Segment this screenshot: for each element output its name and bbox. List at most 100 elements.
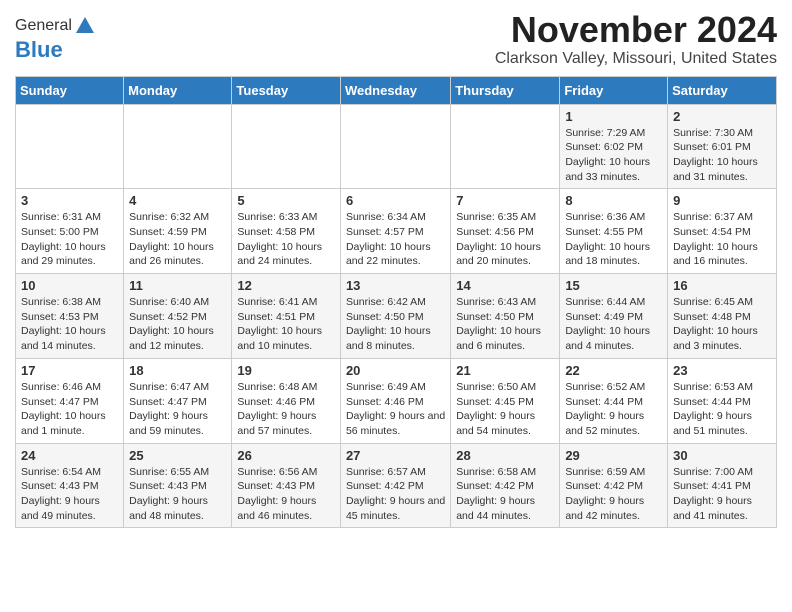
day-detail: Sunrise: 6:55 AM Sunset: 4:43 PM Dayligh… bbox=[129, 465, 226, 524]
day-of-week-header: Thursday bbox=[451, 76, 560, 104]
calendar-cell: 12 Sunrise: 6:41 AM Sunset: 4:51 PM Dayli… bbox=[232, 274, 341, 359]
page-header: General Blue November 2024 Clarkson Vall… bbox=[15, 10, 777, 68]
calendar-cell: 17 Sunrise: 6:46 AM Sunset: 4:47 PM Dayli… bbox=[16, 358, 124, 443]
day-number: 7 bbox=[456, 193, 554, 208]
day-number: 4 bbox=[129, 193, 226, 208]
calendar-cell: 28Sunrise: 6:58 AM Sunset: 4:42 PM Dayli… bbox=[451, 443, 560, 528]
day-detail: Sunrise: 6:42 AM Sunset: 4:50 PM Dayligh… bbox=[346, 295, 445, 354]
calendar-cell: 21 Sunrise: 6:50 AM Sunset: 4:45 PM Dayli… bbox=[451, 358, 560, 443]
calendar-cell: 5 Sunrise: 6:33 AM Sunset: 4:58 PM Daylig… bbox=[232, 189, 341, 274]
day-detail: Sunrise: 6:37 AM Sunset: 4:54 PM Dayligh… bbox=[673, 210, 771, 269]
day-number: 21 bbox=[456, 363, 554, 378]
calendar-cell: 30 Sunrise: 7:00 AM Sunset: 4:41 PM Dayli… bbox=[668, 443, 777, 528]
day-detail: Sunrise: 7:00 AM Sunset: 4:41 PM Dayligh… bbox=[673, 465, 771, 524]
calendar-week-row: 1 Sunrise: 7:29 AM Sunset: 6:02 PM Daylig… bbox=[16, 104, 777, 189]
day-number: 25 bbox=[129, 448, 226, 463]
day-detail: Sunrise: 7:29 AM Sunset: 6:02 PM Dayligh… bbox=[565, 126, 662, 185]
day-detail: Sunrise: 6:56 AM Sunset: 4:43 PM Dayligh… bbox=[237, 465, 335, 524]
calendar-week-row: 17 Sunrise: 6:46 AM Sunset: 4:47 PM Dayli… bbox=[16, 358, 777, 443]
calendar-cell: 14Sunrise: 6:43 AM Sunset: 4:50 PM Dayli… bbox=[451, 274, 560, 359]
day-of-week-header: Saturday bbox=[668, 76, 777, 104]
day-of-week-header: Friday bbox=[560, 76, 668, 104]
day-detail: Sunrise: 6:33 AM Sunset: 4:58 PM Dayligh… bbox=[237, 210, 335, 269]
day-detail: Sunrise: 6:38 AM Sunset: 4:53 PM Dayligh… bbox=[21, 295, 118, 354]
day-number: 17 bbox=[21, 363, 118, 378]
calendar-table: SundayMondayTuesdayWednesdayThursdayFrid… bbox=[15, 76, 777, 529]
calendar-cell: 27Sunrise: 6:57 AM Sunset: 4:42 PM Dayli… bbox=[340, 443, 450, 528]
day-number: 30 bbox=[673, 448, 771, 463]
calendar-cell: 7 Sunrise: 6:35 AM Sunset: 4:56 PM Daylig… bbox=[451, 189, 560, 274]
day-number: 13 bbox=[346, 278, 445, 293]
calendar-cell: 18 Sunrise: 6:47 AM Sunset: 4:47 PM Dayli… bbox=[124, 358, 232, 443]
day-number: 24 bbox=[21, 448, 118, 463]
day-detail: Sunrise: 6:40 AM Sunset: 4:52 PM Dayligh… bbox=[129, 295, 226, 354]
day-detail: Sunrise: 6:43 AM Sunset: 4:50 PM Dayligh… bbox=[456, 295, 554, 354]
calendar-cell: 8 Sunrise: 6:36 AM Sunset: 4:55 PM Daylig… bbox=[560, 189, 668, 274]
day-detail: Sunrise: 6:46 AM Sunset: 4:47 PM Dayligh… bbox=[21, 380, 118, 439]
day-detail: Sunrise: 6:52 AM Sunset: 4:44 PM Dayligh… bbox=[565, 380, 662, 439]
calendar-cell: 9 Sunrise: 6:37 AM Sunset: 4:54 PM Daylig… bbox=[668, 189, 777, 274]
day-detail: Sunrise: 6:45 AM Sunset: 4:48 PM Dayligh… bbox=[673, 295, 771, 354]
day-detail: Sunrise: 6:48 AM Sunset: 4:46 PM Dayligh… bbox=[237, 380, 335, 439]
day-of-week-header: Monday bbox=[124, 76, 232, 104]
calendar-cell: 19Sunrise: 6:48 AM Sunset: 4:46 PM Dayli… bbox=[232, 358, 341, 443]
day-detail: Sunrise: 6:59 AM Sunset: 4:42 PM Dayligh… bbox=[565, 465, 662, 524]
day-of-week-header: Wednesday bbox=[340, 76, 450, 104]
day-detail: Sunrise: 6:57 AM Sunset: 4:42 PM Dayligh… bbox=[346, 465, 445, 524]
day-number: 3 bbox=[21, 193, 118, 208]
day-number: 28 bbox=[456, 448, 554, 463]
logo-blue-text: Blue bbox=[15, 37, 63, 63]
month-title: November 2024 bbox=[495, 10, 777, 50]
day-of-week-header: Tuesday bbox=[232, 76, 341, 104]
day-detail: Sunrise: 6:31 AM Sunset: 5:00 PM Dayligh… bbox=[21, 210, 118, 269]
calendar-cell bbox=[451, 104, 560, 189]
day-number: 6 bbox=[346, 193, 445, 208]
day-detail: Sunrise: 6:47 AM Sunset: 4:47 PM Dayligh… bbox=[129, 380, 226, 439]
day-detail: Sunrise: 6:34 AM Sunset: 4:57 PM Dayligh… bbox=[346, 210, 445, 269]
calendar-cell: 10 Sunrise: 6:38 AM Sunset: 4:53 PM Dayli… bbox=[16, 274, 124, 359]
calendar-cell: 22 Sunrise: 6:52 AM Sunset: 4:44 PM Dayli… bbox=[560, 358, 668, 443]
logo-general-text: General bbox=[15, 17, 72, 35]
day-number: 29 bbox=[565, 448, 662, 463]
day-detail: Sunrise: 6:41 AM Sunset: 4:51 PM Dayligh… bbox=[237, 295, 335, 354]
day-detail: Sunrise: 6:44 AM Sunset: 4:49 PM Dayligh… bbox=[565, 295, 662, 354]
day-detail: Sunrise: 6:36 AM Sunset: 4:55 PM Dayligh… bbox=[565, 210, 662, 269]
calendar-cell: 29 Sunrise: 6:59 AM Sunset: 4:42 PM Dayli… bbox=[560, 443, 668, 528]
location-title: Clarkson Valley, Missouri, United States bbox=[495, 50, 777, 68]
day-detail: Sunrise: 6:49 AM Sunset: 4:46 PM Dayligh… bbox=[346, 380, 445, 439]
calendar-cell: 25 Sunrise: 6:55 AM Sunset: 4:43 PM Dayli… bbox=[124, 443, 232, 528]
day-number: 26 bbox=[237, 448, 335, 463]
day-number: 18 bbox=[129, 363, 226, 378]
calendar-cell: 4Sunrise: 6:32 AM Sunset: 4:59 PM Daylig… bbox=[124, 189, 232, 274]
calendar-cell: 1 Sunrise: 7:29 AM Sunset: 6:02 PM Daylig… bbox=[560, 104, 668, 189]
day-number: 12 bbox=[237, 278, 335, 293]
logo: General Blue bbox=[15, 10, 96, 63]
day-detail: Sunrise: 6:53 AM Sunset: 4:44 PM Dayligh… bbox=[673, 380, 771, 439]
day-detail: Sunrise: 6:50 AM Sunset: 4:45 PM Dayligh… bbox=[456, 380, 554, 439]
day-detail: Sunrise: 7:30 AM Sunset: 6:01 PM Dayligh… bbox=[673, 126, 771, 185]
calendar-header-row: SundayMondayTuesdayWednesdayThursdayFrid… bbox=[16, 76, 777, 104]
day-number: 5 bbox=[237, 193, 335, 208]
calendar-cell: 2Sunrise: 7:30 AM Sunset: 6:01 PM Daylig… bbox=[668, 104, 777, 189]
day-number: 8 bbox=[565, 193, 662, 208]
title-area: November 2024 Clarkson Valley, Missouri,… bbox=[495, 10, 777, 68]
day-detail: Sunrise: 6:35 AM Sunset: 4:56 PM Dayligh… bbox=[456, 210, 554, 269]
calendar-cell: 26 Sunrise: 6:56 AM Sunset: 4:43 PM Dayli… bbox=[232, 443, 341, 528]
day-number: 1 bbox=[565, 109, 662, 124]
calendar-cell bbox=[16, 104, 124, 189]
calendar-cell: 24Sunrise: 6:54 AM Sunset: 4:43 PM Dayli… bbox=[16, 443, 124, 528]
day-number: 22 bbox=[565, 363, 662, 378]
calendar-cell: 3 Sunrise: 6:31 AM Sunset: 5:00 PM Daylig… bbox=[16, 189, 124, 274]
calendar-cell bbox=[124, 104, 232, 189]
day-number: 23 bbox=[673, 363, 771, 378]
day-number: 20 bbox=[346, 363, 445, 378]
logo-icon bbox=[74, 15, 96, 37]
calendar-week-row: 24Sunrise: 6:54 AM Sunset: 4:43 PM Dayli… bbox=[16, 443, 777, 528]
calendar-week-row: 3 Sunrise: 6:31 AM Sunset: 5:00 PM Daylig… bbox=[16, 189, 777, 274]
calendar-week-row: 10 Sunrise: 6:38 AM Sunset: 4:53 PM Dayli… bbox=[16, 274, 777, 359]
day-number: 10 bbox=[21, 278, 118, 293]
day-number: 9 bbox=[673, 193, 771, 208]
calendar-cell: 6 Sunrise: 6:34 AM Sunset: 4:57 PM Daylig… bbox=[340, 189, 450, 274]
calendar-cell: 15Sunrise: 6:44 AM Sunset: 4:49 PM Dayli… bbox=[560, 274, 668, 359]
calendar-cell: 16Sunrise: 6:45 AM Sunset: 4:48 PM Dayli… bbox=[668, 274, 777, 359]
